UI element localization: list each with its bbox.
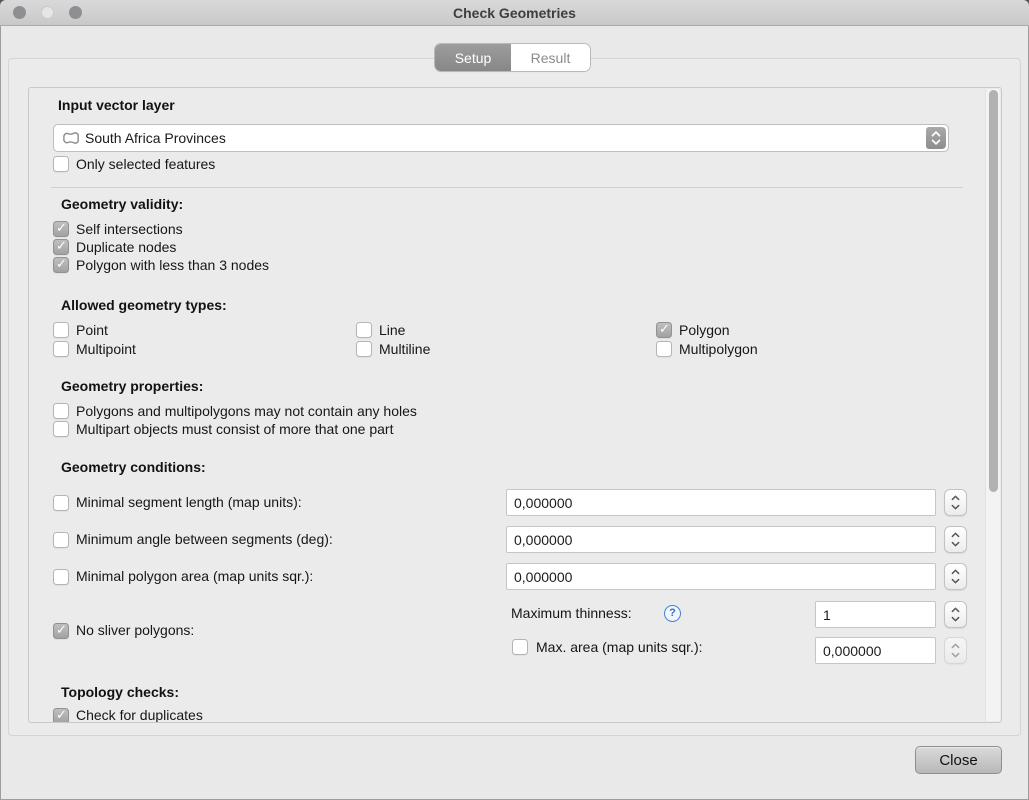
topology-checks-header: Topology checks: <box>61 684 179 700</box>
line-label[interactable]: Line <box>379 322 405 339</box>
no-holes-checkbox[interactable] <box>53 403 69 419</box>
input-layer-selected-value: South Africa Provinces <box>85 130 226 146</box>
geometry-validity-header: Geometry validity: <box>61 196 183 212</box>
duplicate-nodes-checkbox[interactable] <box>53 239 69 255</box>
polygon-layer-icon <box>62 131 80 145</box>
self-intersections-checkbox[interactable] <box>53 221 69 237</box>
maximum-thinness-input[interactable] <box>815 601 936 628</box>
multipoint-checkbox[interactable] <box>53 341 69 357</box>
chevron-up-icon <box>951 569 960 575</box>
tab-setup[interactable]: Setup <box>435 44 511 71</box>
input-vector-layer-label: Input vector layer <box>58 97 175 113</box>
duplicate-nodes-label[interactable]: Duplicate nodes <box>76 239 176 256</box>
point-checkbox[interactable] <box>53 322 69 338</box>
polygon-checkbox[interactable] <box>656 322 672 338</box>
polygon-lt3-nodes-label[interactable]: Polygon with less than 3 nodes <box>76 257 269 274</box>
min-angle-input[interactable] <box>506 526 936 553</box>
settings-scroll-area: Input vector layer South Africa Province… <box>28 87 1002 723</box>
min-angle-stepper[interactable] <box>944 526 967 553</box>
tab-result[interactable]: Result <box>511 44 590 71</box>
polygon-label[interactable]: Polygon <box>679 322 730 339</box>
vertical-scrollbar-thumb[interactable] <box>989 90 998 492</box>
chevron-up-icon <box>951 643 960 649</box>
min-segment-length-label[interactable]: Minimal segment length (map units): <box>76 494 302 511</box>
combobox-stepper[interactable] <box>926 127 946 149</box>
self-intersections-label[interactable]: Self intersections <box>76 221 183 238</box>
multipart-label[interactable]: Multipart objects must consist of more t… <box>76 421 393 438</box>
multipolygon-checkbox[interactable] <box>656 341 672 357</box>
multipolygon-label[interactable]: Multipolygon <box>679 341 758 358</box>
maximum-thinness-label: Maximum thinness: <box>511 605 632 622</box>
title-bar[interactable]: Check Geometries <box>0 0 1029 26</box>
check-for-duplicates-checkbox[interactable] <box>53 708 69 723</box>
multiline-checkbox[interactable] <box>356 341 372 357</box>
max-area-label[interactable]: Max. area (map units sqr.): <box>536 639 703 656</box>
chevron-down-icon <box>931 139 941 145</box>
chevron-down-icon <box>951 578 960 584</box>
geometry-conditions-header: Geometry conditions: <box>61 459 206 475</box>
polygon-lt3-nodes-checkbox[interactable] <box>53 257 69 273</box>
chevron-down-icon <box>951 652 960 658</box>
chevron-up-icon <box>951 532 960 538</box>
point-label[interactable]: Point <box>76 322 108 339</box>
input-layer-combobox[interactable]: South Africa Provinces <box>53 124 949 152</box>
geometry-properties-header: Geometry properties: <box>61 378 203 394</box>
vertical-scrollbar-track[interactable] <box>985 89 1000 721</box>
chevron-up-icon <box>931 131 941 137</box>
min-polygon-area-label[interactable]: Minimal polygon area (map units sqr.): <box>76 568 313 585</box>
min-polygon-area-stepper[interactable] <box>944 563 967 590</box>
no-sliver-polygons-checkbox[interactable] <box>53 623 69 639</box>
only-selected-features-checkbox[interactable] <box>53 156 69 172</box>
max-area-checkbox[interactable] <box>512 639 528 655</box>
maximum-thinness-stepper[interactable] <box>944 601 967 628</box>
allowed-geometry-types-header: Allowed geometry types: <box>61 297 227 313</box>
chevron-down-icon <box>951 616 960 622</box>
only-selected-features-label[interactable]: Only selected features <box>76 156 215 173</box>
chevron-up-icon <box>951 607 960 613</box>
max-area-input[interactable] <box>815 637 936 664</box>
multipart-checkbox[interactable] <box>53 421 69 437</box>
min-angle-label[interactable]: Minimum angle between segments (deg): <box>76 531 333 548</box>
min-polygon-area-input[interactable] <box>506 563 936 590</box>
no-holes-label[interactable]: Polygons and multipolygons may not conta… <box>76 403 417 420</box>
line-checkbox[interactable] <box>356 322 372 338</box>
min-segment-length-stepper[interactable] <box>944 489 967 516</box>
window-title: Check Geometries <box>0 5 1029 21</box>
chevron-down-icon <box>951 504 960 510</box>
separator <box>51 187 963 188</box>
chevron-down-icon <box>951 541 960 547</box>
tab-bar: Setup Result <box>435 44 590 71</box>
check-geometries-dialog: Check Geometries Setup Result Input vect… <box>0 0 1029 800</box>
multipoint-label[interactable]: Multipoint <box>76 341 136 358</box>
min-angle-checkbox[interactable] <box>53 532 69 548</box>
multiline-label[interactable]: Multiline <box>379 341 430 358</box>
chevron-up-icon <box>951 495 960 501</box>
min-segment-length-checkbox[interactable] <box>53 495 69 511</box>
min-polygon-area-checkbox[interactable] <box>53 569 69 585</box>
help-icon[interactable]: ? <box>664 605 681 622</box>
no-sliver-polygons-label[interactable]: No sliver polygons: <box>76 622 194 639</box>
check-for-duplicates-label[interactable]: Check for duplicates <box>76 707 203 723</box>
min-segment-length-input[interactable] <box>506 489 936 516</box>
max-area-stepper[interactable] <box>944 637 967 664</box>
close-button[interactable]: Close <box>915 746 1002 774</box>
